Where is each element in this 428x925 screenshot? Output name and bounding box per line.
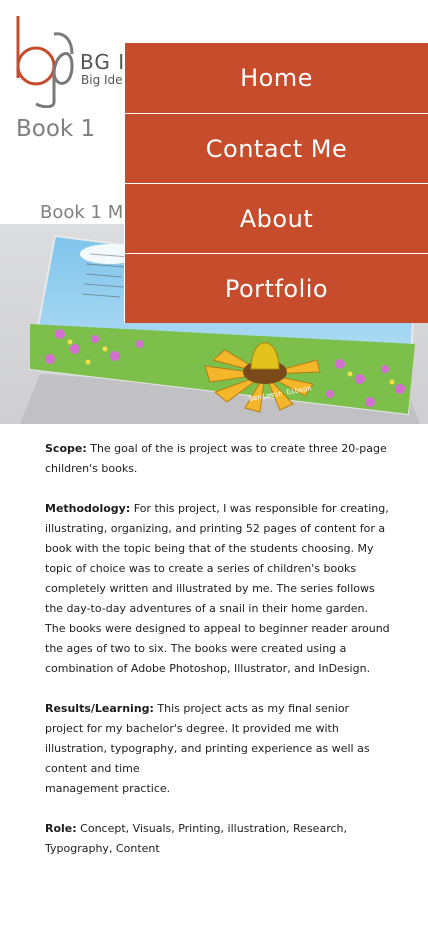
methodology-paragraph: Methodology: For this project, I was res…: [45, 499, 390, 679]
results-text-2: management practice.: [45, 782, 171, 795]
brand-name: BG I: [80, 50, 126, 74]
scope-text: The goal of the is project was to create…: [45, 442, 387, 475]
results-label: Results/Learning:: [45, 702, 154, 715]
scope-label: Scope:: [45, 442, 87, 455]
brand-tagline: Big Ide: [81, 73, 123, 87]
nav-item-contact[interactable]: Contact Me: [124, 113, 428, 183]
project-description: Scope: The goal of the is project was to…: [45, 439, 390, 879]
nav-menu: Home Contact Me About Portfolio: [124, 43, 428, 323]
methodology-label: Methodology:: [45, 502, 131, 515]
methodology-text-2: book with the topic being that of the st…: [45, 542, 390, 675]
section-subtitle: Book 1 Mo: [40, 202, 135, 223]
role-text: Concept, Visuals, Printing, illustration…: [45, 822, 347, 855]
page-title: Book 1: [16, 116, 96, 142]
scope-paragraph: Scope: The goal of the is project was to…: [45, 439, 390, 479]
nav-item-portfolio[interactable]: Portfolio: [124, 253, 428, 323]
role-paragraph: Role: Concept, Visuals, Printing, illust…: [45, 819, 390, 859]
logo-b-bowl: [16, 46, 56, 86]
nav-item-about[interactable]: About: [124, 183, 428, 253]
brand-logo[interactable]: [14, 14, 78, 108]
logo-g-arc: [53, 32, 74, 55]
role-label: Role:: [45, 822, 77, 835]
nav-item-home[interactable]: Home: [124, 43, 428, 113]
results-paragraph: Results/Learning: This project acts as m…: [45, 699, 390, 799]
